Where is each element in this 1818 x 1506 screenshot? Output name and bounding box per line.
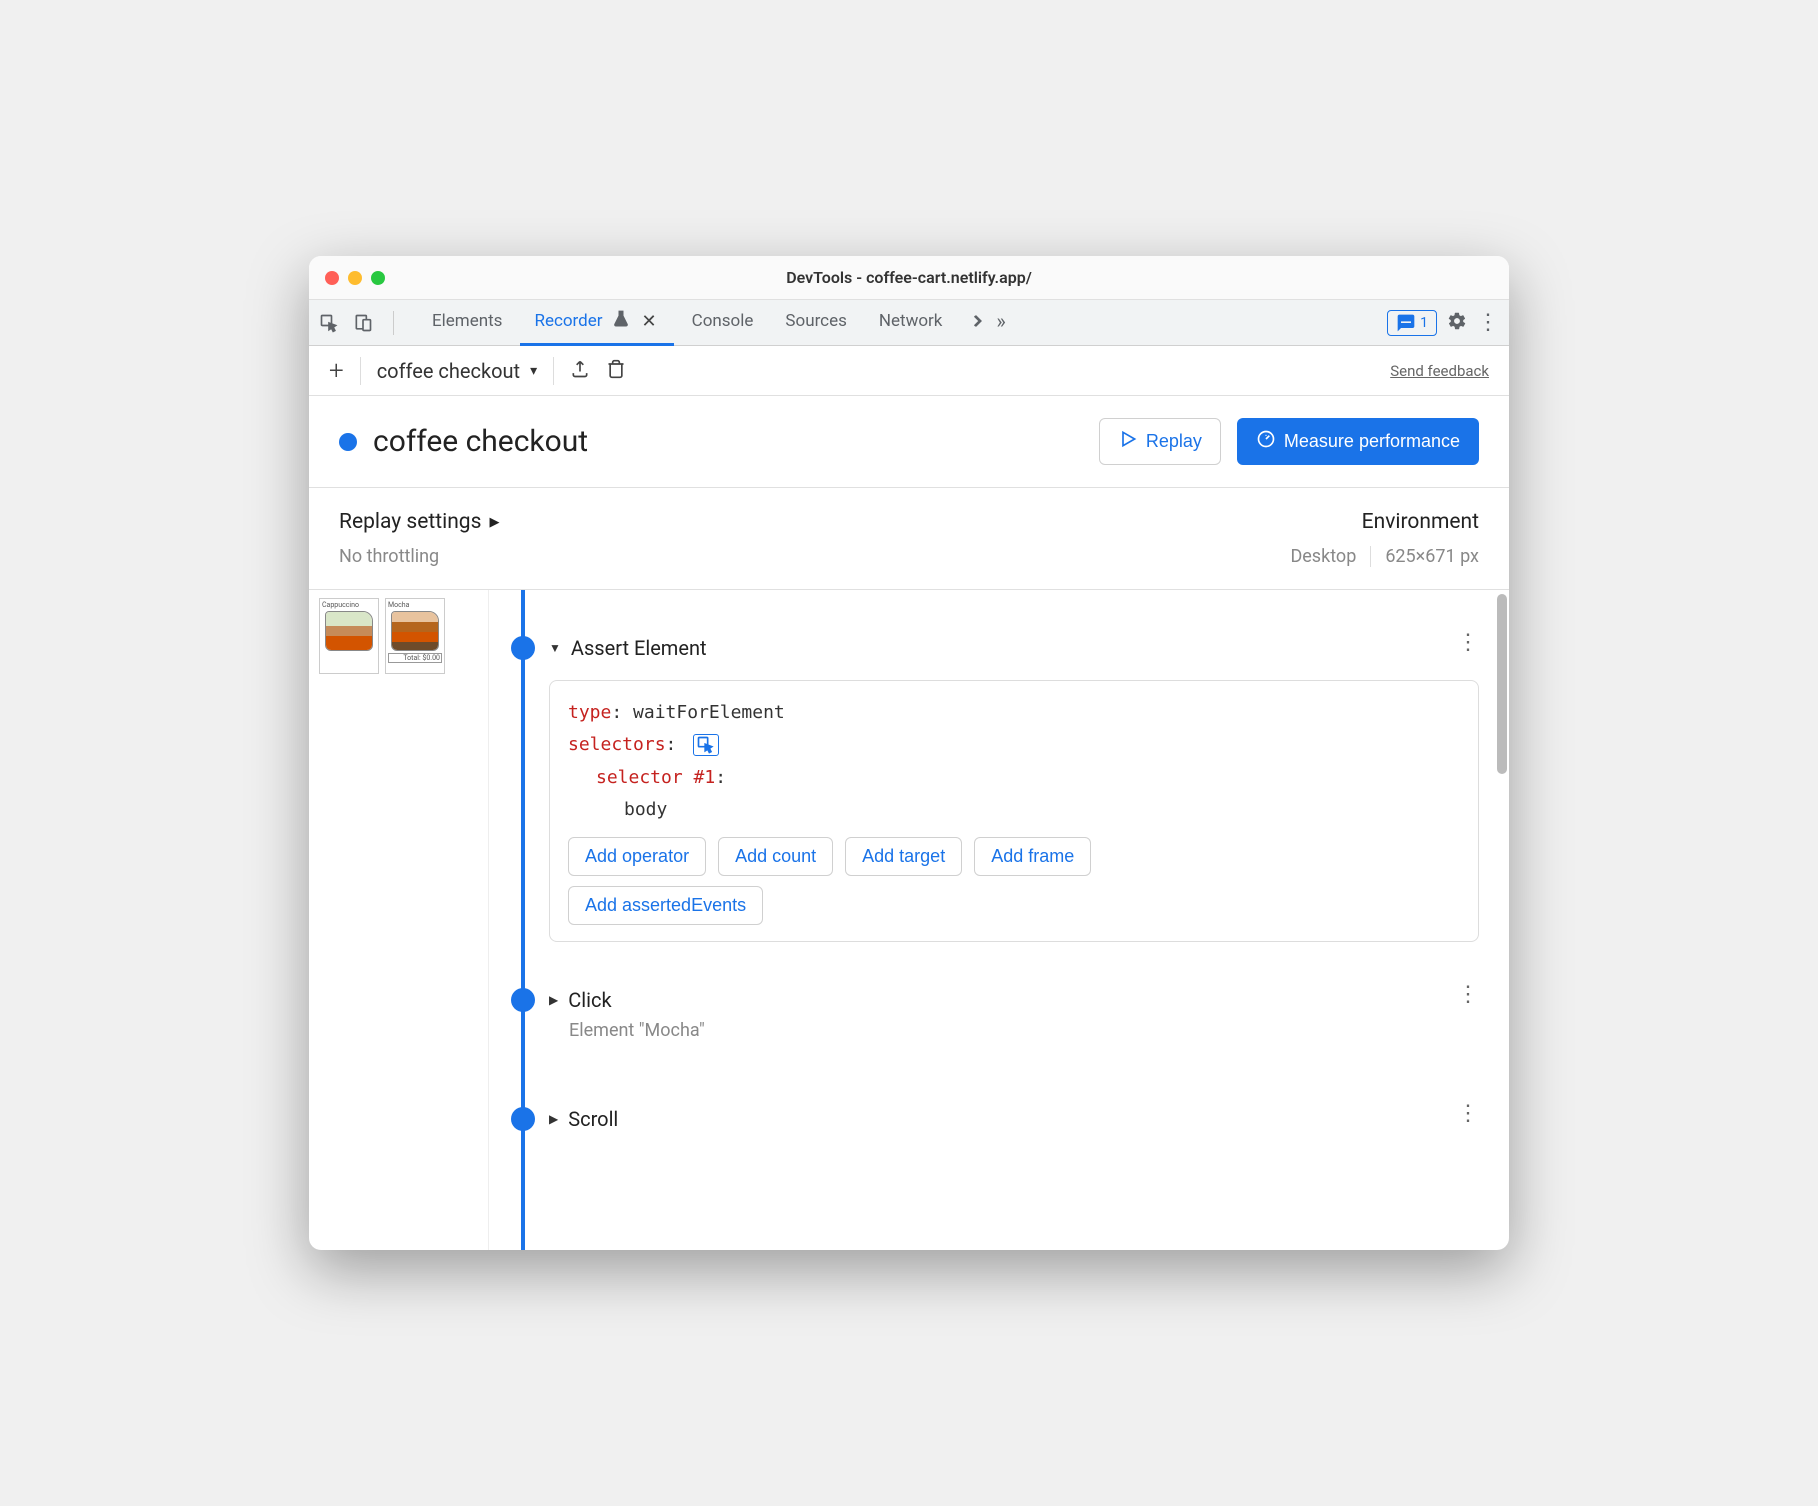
screenshot-strip: Cappuccino Mocha Total: $0.00 [309,590,489,1250]
tab-elements[interactable]: Elements [418,300,516,346]
step-menu-icon[interactable]: ⋮ [1457,982,1479,1007]
device-toggle-icon[interactable] [353,313,373,333]
replay-settings-toggle[interactable]: Replay settings ▶ [339,510,499,534]
close-window-icon[interactable] [325,271,339,285]
play-icon [1118,429,1138,454]
tab-sources[interactable]: Sources [771,300,860,346]
step-title: Click [568,988,611,1012]
speedometer-icon [1256,429,1276,454]
step-detail-box: type: waitForElement selectors: selector… [549,680,1479,942]
inspect-element-icon[interactable] [319,313,339,333]
step-dot [511,636,535,660]
chevron-right-icon: ▶ [489,515,499,530]
step-menu-icon[interactable]: ⋮ [1457,630,1479,655]
new-recording-icon[interactable]: + [329,356,344,386]
recording-status-dot [339,433,357,451]
add-asserted-events-button[interactable]: Add assertedEvents [568,886,763,925]
more-tabs-icon[interactable]: » [960,300,1013,346]
add-frame-button[interactable]: Add frame [974,837,1091,876]
separator [393,311,394,335]
step-title: Assert Element [571,636,707,660]
window-title: DevTools - coffee-cart.netlify.app/ [786,268,1032,287]
throttling-value: No throttling [339,546,499,567]
chevron-down-icon: ▾ [530,363,537,379]
step-click-header[interactable]: ▶ Click [549,982,1509,1018]
settings-section: Replay settings ▶ No throttling Environm… [309,488,1509,590]
tab-console[interactable]: Console [678,300,768,346]
step-title: Scroll [568,1107,618,1131]
step-subtitle: Element "Mocha" [569,1020,1509,1041]
minimize-window-icon[interactable] [348,271,362,285]
maximize-window-icon[interactable] [371,271,385,285]
recording-title: coffee checkout [373,424,1083,459]
tab-network[interactable]: Network [865,300,957,346]
more-menu-icon[interactable]: ⋮ [1477,310,1499,335]
add-target-button[interactable]: Add target [845,837,962,876]
separator [553,357,554,385]
chevron-down-icon: ▼ [549,641,561,655]
recording-header: coffee checkout Replay Measure performan… [309,396,1509,488]
timeline: Cappuccino Mocha Total: $0.00 ⋮ ▼ Assert… [309,590,1509,1250]
screenshot-thumbnail[interactable]: Cappuccino [319,598,379,674]
replay-button[interactable]: Replay [1099,418,1221,465]
measure-performance-button[interactable]: Measure performance [1237,418,1479,465]
device-value: Desktop [1290,546,1371,567]
viewport-value: 625×671 px [1385,546,1479,567]
export-icon[interactable] [570,359,590,383]
separator [360,357,361,385]
step-menu-icon[interactable]: ⋮ [1457,1101,1479,1126]
chevron-right-icon: ▶ [549,993,558,1007]
delete-icon[interactable] [606,359,626,383]
recording-selector[interactable]: coffee checkout ▾ [377,359,537,383]
step-assert-header[interactable]: ▼ Assert Element [549,630,1509,666]
scrollbar-thumb[interactable] [1497,594,1507,774]
add-count-button[interactable]: Add count [718,837,833,876]
step-dot [511,1107,535,1131]
window-titlebar: DevTools - coffee-cart.netlify.app/ [309,256,1509,300]
step-scroll-header[interactable]: ▶ Scroll [549,1101,1509,1137]
selector-value[interactable]: body [624,799,667,820]
chevron-right-icon: ▶ [549,1112,558,1126]
screenshot-thumbnail[interactable]: Mocha Total: $0.00 [385,598,445,674]
settings-gear-icon[interactable] [1447,311,1467,335]
recorder-toolbar: + coffee checkout ▾ Send feedback [309,346,1509,396]
send-feedback-link[interactable]: Send feedback [1390,362,1489,380]
tab-recorder[interactable]: Recorder ✕ [520,300,673,346]
add-operator-button[interactable]: Add operator [568,837,706,876]
flask-icon [611,309,631,334]
environment-label: Environment [1290,510,1479,534]
steps-panel[interactable]: ⋮ ▼ Assert Element type: waitForElement … [489,590,1509,1250]
recording-name: coffee checkout [377,359,520,383]
devtools-tabbar: Elements Recorder ✕ Console Sources Netw… [309,300,1509,346]
issues-badge[interactable]: 1 [1387,310,1437,336]
step-dot [511,988,535,1012]
element-picker-icon[interactable] [693,734,719,756]
close-tab-icon[interactable]: ✕ [639,311,660,332]
